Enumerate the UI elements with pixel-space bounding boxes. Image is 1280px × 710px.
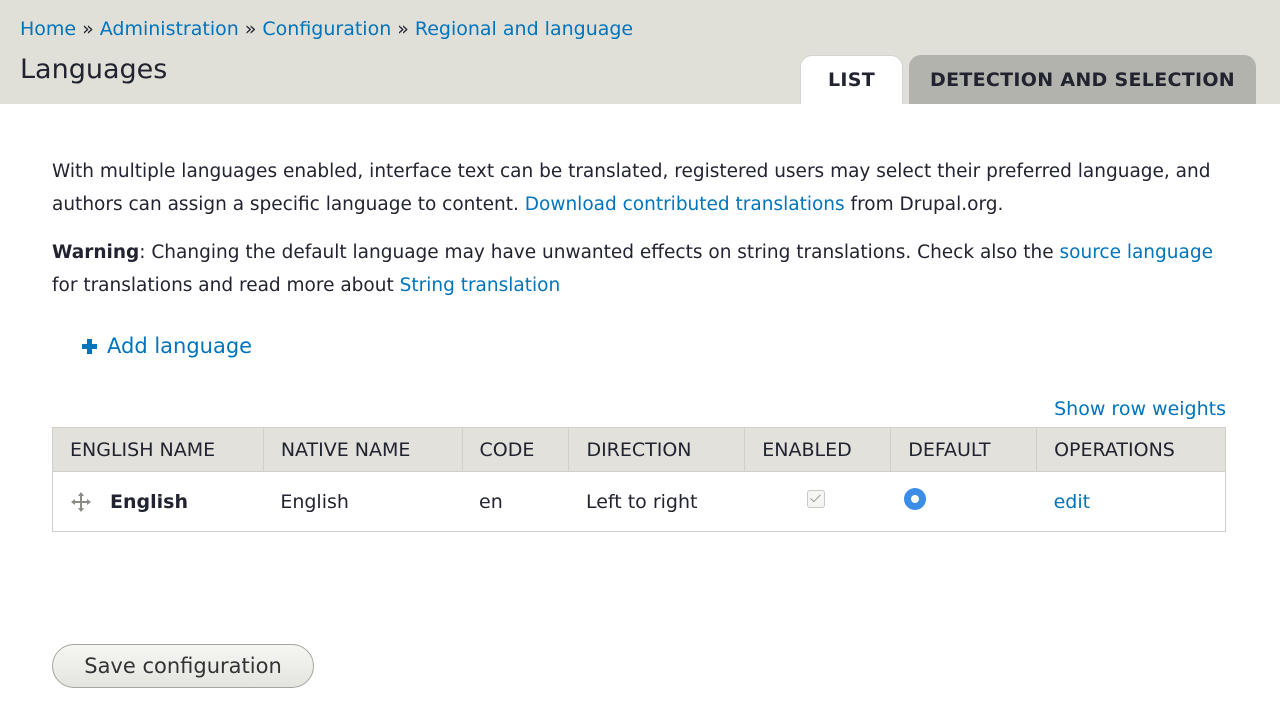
enabled-checkbox[interactable] (806, 490, 825, 508)
page-title: Languages (20, 54, 168, 85)
default-radio[interactable] (903, 488, 926, 510)
breadcrumb-separator: » (244, 18, 257, 40)
table-header-row: ENGLISH NAME NATIVE NAME CODE DIRECTION … (52, 427, 1226, 472)
column-header-enabled: ENABLED (744, 427, 892, 472)
warning-text-before: : Changing the default language may have… (139, 242, 1060, 263)
save-configuration-button[interactable]: Save configuration (52, 644, 314, 688)
breadcrumb: Home» Administration» Configuration» Region… (20, 18, 633, 40)
add-language-label: Add language (107, 334, 253, 358)
column-header-native-name: NATIVE NAME (262, 427, 463, 472)
breadcrumb-regional-language-link[interactable]: Regional and language (415, 18, 633, 40)
add-language-link[interactable]: Add language (82, 334, 252, 358)
native-name-cell: English (263, 471, 463, 532)
breadcrumb-separator: » (397, 18, 409, 40)
column-header-english-name: ENGLISH NAME (52, 427, 264, 472)
english-name-value: English (110, 490, 188, 513)
column-header-code: CODE (461, 427, 570, 472)
default-cell (890, 471, 1037, 532)
code-cell: en (462, 471, 569, 532)
breadcrumb-separator: » (82, 18, 94, 40)
breadcrumb-administration-link[interactable]: Administration (100, 18, 239, 40)
show-row-weights-link[interactable]: Show row weights (1054, 398, 1226, 420)
breadcrumb-home-link[interactable]: Home (20, 18, 76, 40)
column-header-direction: DIRECTION (568, 427, 746, 472)
intro-text: With multiple languages enabled, interfa… (52, 156, 1232, 221)
page-header: Home» Administration» Configuration» Region… (0, 0, 1280, 104)
intro-text-after: from Drupal.org. (844, 193, 1004, 215)
download-translations-link[interactable]: Download contributed translations (525, 194, 845, 215)
table-row: English English en Left to right edit (52, 471, 1226, 532)
breadcrumb-configuration-link[interactable]: Configuration (262, 18, 391, 40)
column-header-default: DEFAULT (890, 427, 1038, 472)
languages-table: ENGLISH NAME NATIVE NAME CODE DIRECTION … (52, 427, 1226, 532)
english-name-cell: English (52, 471, 264, 532)
plus-icon (82, 338, 97, 354)
enabled-cell (744, 471, 891, 532)
warning-text-middle: for translations and read more about (52, 274, 400, 296)
tab-list[interactable]: LIST (800, 55, 903, 104)
warning-text: Warning: Changing the default language m… (52, 237, 1232, 302)
operations-cell: edit (1036, 471, 1226, 532)
drag-handle-icon[interactable] (70, 491, 92, 513)
primary-tabs: LIST DETECTION AND SELECTION (800, 55, 1256, 104)
tab-detection-and-selection[interactable]: DETECTION AND SELECTION (909, 55, 1256, 104)
source-language-link[interactable]: source language (1060, 242, 1213, 263)
edit-link[interactable]: edit (1054, 491, 1090, 513)
string-translation-link[interactable]: String translation (400, 275, 561, 296)
warning-label: Warning (52, 242, 140, 263)
direction-cell: Left to right (568, 471, 745, 532)
column-header-operations: OPERATIONS (1036, 427, 1226, 472)
